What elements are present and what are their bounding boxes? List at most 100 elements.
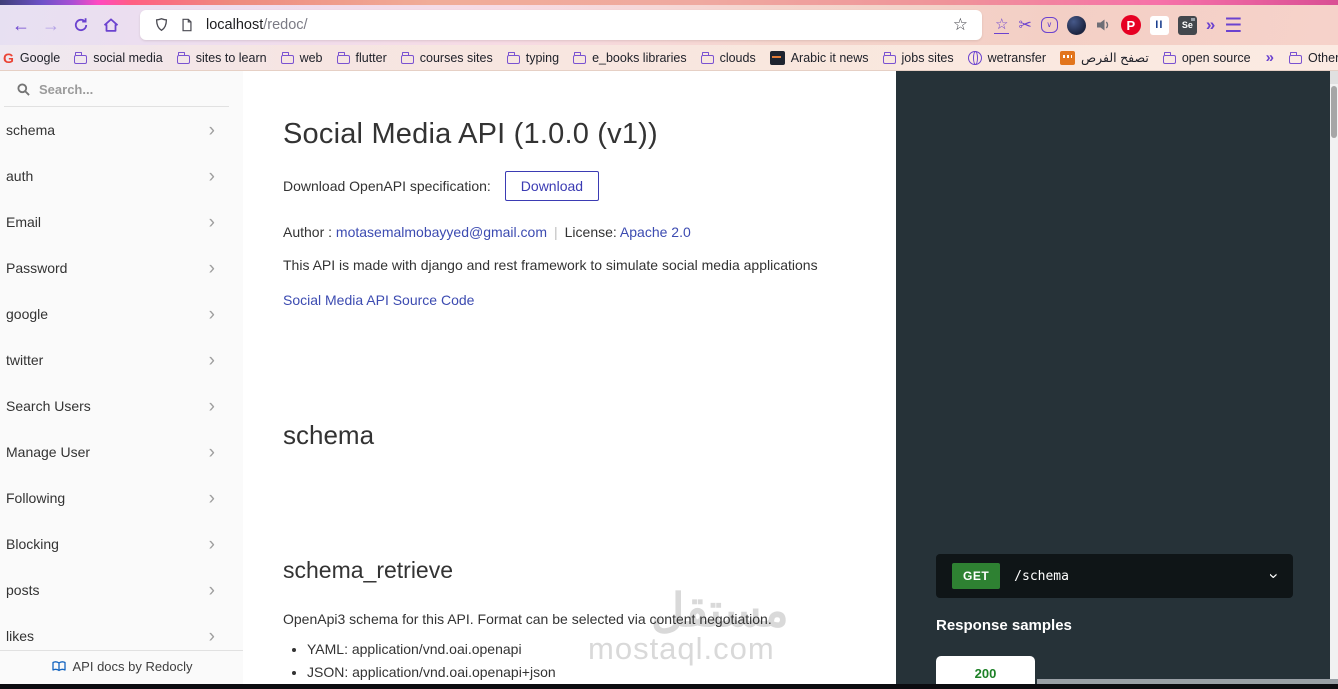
forward-icon[interactable]: →	[36, 10, 66, 40]
folder-icon	[1162, 51, 1176, 64]
selenium-ide-icon[interactable]: Se	[1177, 15, 1197, 35]
bookmark-folder-typing[interactable]: typing	[500, 51, 566, 65]
redoc-right-panel: GET /schema › Response samples 200	[896, 71, 1330, 689]
bookmark-wetransfer[interactable]: wetransfer	[961, 50, 1053, 65]
toolbar-overflow-chevron-icon[interactable]: »	[1206, 15, 1215, 35]
bookmark-folder-flutter[interactable]: flutter	[330, 51, 394, 65]
redocly-footer-link[interactable]: API docs by Redocly	[0, 650, 243, 684]
sidebar-item-password[interactable]: Password ›	[0, 245, 243, 291]
bookmark-tasafah-alforas[interactable]: تصفح الفرص	[1053, 50, 1156, 65]
bookmark-label: wetransfer	[987, 50, 1046, 65]
chevron-right-icon: ›	[208, 441, 215, 463]
chevron-right-icon: ›	[208, 303, 215, 325]
sidebar-item-label: Manage User	[6, 444, 91, 460]
bookmark-label: web	[299, 50, 323, 65]
folder-icon	[882, 51, 896, 64]
scrollbar-thumb[interactable]	[1331, 86, 1337, 138]
bookmark-google[interactable]: G Google	[0, 50, 67, 66]
extension-globe-icon[interactable]	[1066, 15, 1086, 35]
sidebar-item-email[interactable]: Email ›	[0, 199, 243, 245]
scrollbar-up-button[interactable]	[1330, 71, 1338, 84]
reload-icon[interactable]	[66, 10, 96, 40]
back-icon[interactable]: ←	[6, 10, 36, 40]
bookmark-folder-other-bookmarks[interactable]: Other Bookmarks	[1282, 51, 1338, 65]
bookmark-folder-web[interactable]: web	[274, 51, 330, 65]
author-license-row: Author : motasemalmobayyed@gmail.com | Lic…	[283, 224, 896, 240]
bookmark-label: open source	[1181, 50, 1251, 65]
sidebar-item-manage-user[interactable]: Manage User ›	[0, 429, 243, 475]
globe-icon	[967, 50, 982, 65]
sidebar-item-label: Blocking	[6, 536, 59, 552]
bookmarks-bar: G Google social media sites to learn web …	[0, 45, 1338, 71]
folder-icon	[1288, 51, 1302, 64]
author-label: Author :	[283, 224, 333, 240]
chevron-down-icon: ›	[1265, 573, 1285, 579]
api-description: This API is made with django and rest fr…	[283, 257, 818, 273]
license-link[interactable]: Apache 2.0	[620, 224, 691, 240]
format-list: YAML: application/vnd.oai.openapi JSON: …	[283, 641, 896, 680]
bookmark-label: social media	[93, 50, 163, 65]
api-doc-main: مستقل mostaql.com Social Media API (1.0.…	[243, 71, 896, 689]
sidebar-item-label: Search Users	[6, 398, 91, 414]
http-method-badge: GET	[952, 563, 1001, 589]
search-input[interactable]: Search...	[4, 71, 229, 107]
menu-hamburger-icon[interactable]: ☰	[1224, 13, 1250, 38]
sidebar-item-posts[interactable]: posts ›	[0, 567, 243, 613]
url-text[interactable]: localhost/redoc/	[206, 17, 947, 33]
search-icon	[17, 83, 30, 96]
chevron-right-icon: ›	[208, 165, 215, 187]
sidebar-item-auth[interactable]: auth ›	[0, 153, 243, 199]
bookmark-folder-courses-sites[interactable]: courses sites	[394, 51, 500, 65]
volume-icon[interactable]	[1095, 17, 1112, 33]
screenshot-scissors-icon[interactable]: ✂	[1018, 15, 1031, 35]
extension-ii-icon[interactable]: II	[1149, 15, 1169, 35]
pocket-icon[interactable]: ∨	[1040, 17, 1058, 33]
format-item-yaml: YAML: application/vnd.oai.openapi	[307, 641, 896, 657]
bookmark-folder-sites-to-learn[interactable]: sites to learn	[170, 51, 274, 65]
bookmarks-overflow-chevron-icon[interactable]: »	[1258, 49, 1282, 66]
sidebar-item-blocking[interactable]: Blocking ›	[0, 521, 243, 567]
search-placeholder: Search...	[39, 82, 94, 97]
bookmark-folder-clouds[interactable]: clouds	[694, 51, 763, 65]
sidebar-item-schema[interactable]: schema ›	[0, 107, 243, 153]
sidebar-item-google[interactable]: google ›	[0, 291, 243, 337]
taskbar-edge	[0, 684, 1338, 689]
download-button[interactable]: Download	[504, 171, 600, 201]
shield-icon[interactable]	[148, 17, 174, 33]
site-icon	[1060, 50, 1075, 65]
response-samples-title: Response samples	[936, 617, 1072, 634]
pinterest-icon[interactable]: P	[1120, 15, 1141, 35]
sidebar-item-label: Password	[6, 260, 68, 276]
folder-icon	[400, 51, 414, 64]
save-to-collection-icon[interactable]: ☆	[994, 17, 1010, 34]
page-info-icon[interactable]	[174, 17, 200, 33]
separator-pipe: |	[554, 224, 558, 240]
endpoint-path: /schema	[1014, 568, 1069, 584]
source-code-link[interactable]: Social Media API Source Code	[283, 292, 474, 308]
folder-icon	[280, 51, 294, 64]
sidebar-item-label: Following	[6, 490, 66, 506]
bookmark-star-icon[interactable]: ☆	[947, 15, 974, 35]
sidebar-item-label: posts	[6, 582, 40, 598]
sidebar-item-twitter[interactable]: twitter ›	[0, 337, 243, 383]
chevron-right-icon: ›	[208, 119, 215, 141]
bookmark-folder-ebooks-libraries[interactable]: e_books libraries	[566, 51, 694, 65]
bookmark-folder-open-source[interactable]: open source	[1156, 51, 1258, 65]
toolbar-extensions: ☆ ✂ ∨ P II Se » ☰	[994, 13, 1250, 38]
operation-heading-schema-retrieve: schema_retrieve	[283, 557, 454, 583]
bookmark-label: clouds	[719, 50, 756, 65]
chevron-right-icon: ›	[208, 625, 215, 647]
page-scrollbar[interactable]	[1330, 71, 1338, 689]
home-icon[interactable]	[96, 10, 126, 40]
watermark-arabic: مستقل	[651, 584, 789, 636]
url-bar[interactable]: localhost/redoc/ ☆	[140, 10, 982, 40]
selenium-label: Se	[1181, 20, 1193, 30]
browser-window: ← → localhost/redoc/ ☆ ☆ ✂ ∨ P II Se » ☰…	[0, 0, 1338, 689]
author-email-link[interactable]: motasemalmobayyed@gmail.com	[336, 224, 547, 240]
sidebar-item-following[interactable]: Following ›	[0, 475, 243, 521]
bookmark-arabic-it-news[interactable]: Arabic it news	[763, 50, 876, 65]
bookmark-folder-social-media[interactable]: social media	[67, 51, 169, 65]
endpoint-dropdown[interactable]: GET /schema ›	[936, 554, 1293, 598]
sidebar-item-search-users[interactable]: Search Users ›	[0, 383, 243, 429]
bookmark-folder-jobs-sites[interactable]: jobs sites	[876, 51, 961, 65]
